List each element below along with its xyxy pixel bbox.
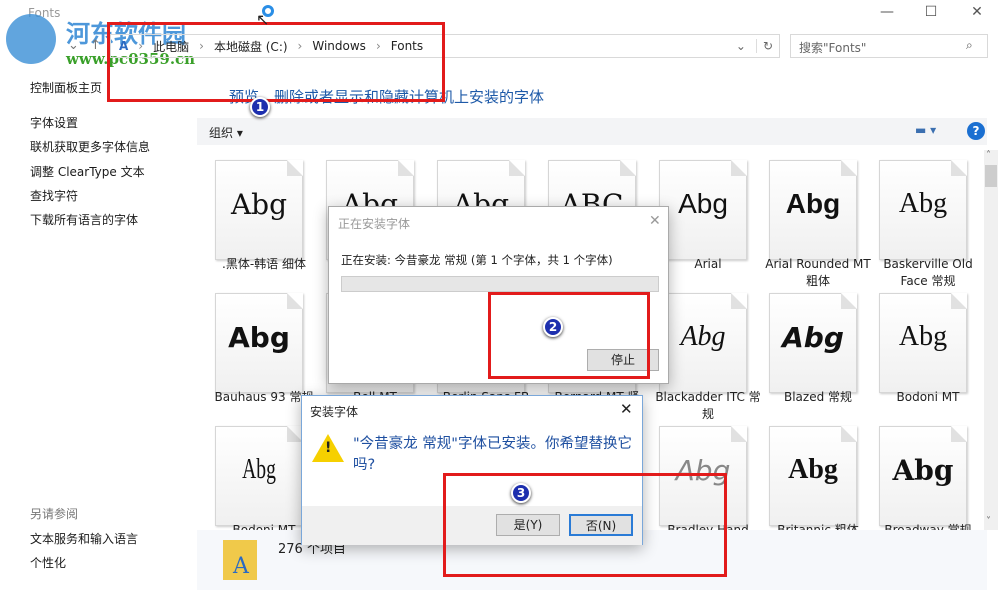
progress-message: 正在安装: 今昔豪龙 常规 (第 1 个字体，共 1 个字体) <box>341 253 613 267</box>
annotation-badge-3: 3 <box>511 483 531 503</box>
organize-button[interactable]: 组织 ▾ <box>209 124 243 141</box>
sidebar-text-services[interactable]: 文本服务和输入语言 <box>30 530 138 547</box>
dialog-title: 安装字体 <box>310 405 359 419</box>
toolbar: 组织 ▾ ▬ ▾ ? <box>197 118 987 145</box>
font-sample: Abg <box>788 454 838 485</box>
font-name: Baskerville Old Face 常规 <box>883 257 973 288</box>
scroll-up-icon[interactable]: ˄ <box>986 150 991 161</box>
font-sample: Abg <box>678 188 728 219</box>
font-name: Bodoni MT <box>896 390 960 404</box>
scrollbar-thumb[interactable] <box>985 165 997 187</box>
font-sample: Abg <box>242 454 276 485</box>
recent-dropdown-icon[interactable]: ⌄ <box>68 38 79 53</box>
up-arrow-icon[interactable]: ↑ <box>90 38 101 53</box>
annotation-box-2 <box>488 292 650 379</box>
see-also-label: 另请参阅 <box>30 507 79 521</box>
annotation-badge-1: 1 <box>250 97 270 117</box>
address-dropdown-icon[interactable]: ⌄ <box>736 39 746 53</box>
maximize-button[interactable]: ☐ <box>916 4 946 20</box>
sidebar-font-settings[interactable]: 字体设置 <box>30 114 78 131</box>
sidebar-find-char[interactable]: 查找字符 <box>30 187 78 204</box>
close-icon[interactable]: ✕ <box>649 213 661 229</box>
font-name: Blackadder ITC 常规 <box>655 390 761 421</box>
font-name: Arial <box>694 257 722 271</box>
refresh-icon[interactable]: ↻ <box>755 39 779 53</box>
dialog-title: 正在安装字体 <box>338 217 411 231</box>
sidebar-home[interactable]: 控制面板主页 <box>30 79 102 96</box>
scrollbar[interactable] <box>984 150 998 530</box>
font-name: Arial Rounded MT 粗体 <box>765 257 871 288</box>
font-sample: Abg <box>230 188 288 221</box>
font-sample: Abg <box>782 321 844 354</box>
annotation-badge-2: 2 <box>543 317 563 337</box>
annotation-box-1 <box>107 22 445 102</box>
font-name: Blazed 常规 <box>783 390 853 404</box>
fonts-folder-icon: A <box>223 540 257 580</box>
install-progress-bar <box>341 276 659 292</box>
close-button[interactable]: ✕ <box>962 4 992 20</box>
scroll-down-icon[interactable]: ˅ <box>986 516 991 527</box>
search-input[interactable]: 搜索"Fonts" <box>790 34 988 58</box>
sidebar-cleartype[interactable]: 调整 ClearType 文本 <box>30 163 145 180</box>
view-options-icon[interactable]: ▬ ▾ <box>915 123 936 137</box>
sidebar-personalize[interactable]: 个性化 <box>30 554 66 571</box>
font-sample: Abg <box>898 188 948 219</box>
font-sample: Abg <box>228 321 290 354</box>
close-icon[interactable]: ✕ <box>620 400 633 418</box>
search-icon: ⌕ <box>966 38 973 52</box>
font-sample: Abg <box>785 188 841 219</box>
help-icon[interactable]: ? <box>967 122 985 140</box>
sidebar-online-fonts[interactable]: 联机获取更多字体信息 <box>30 138 150 155</box>
font-sample: Abg <box>898 321 948 352</box>
font-sample: Abg <box>892 454 954 487</box>
font-name: .黑体-韩语 细体 <box>222 257 306 271</box>
busy-cursor-icon <box>262 5 274 17</box>
confirm-message: "今昔豪龙 常规"字体已安装。你希望替换它吗? <box>353 436 632 473</box>
warning-icon: ! <box>312 434 344 462</box>
font-sample: Abg <box>680 321 726 352</box>
minimize-button[interactable]: — <box>872 4 902 20</box>
annotation-box-3 <box>443 473 727 577</box>
sidebar-download-fonts[interactable]: 下载所有语言的字体 <box>30 211 138 228</box>
